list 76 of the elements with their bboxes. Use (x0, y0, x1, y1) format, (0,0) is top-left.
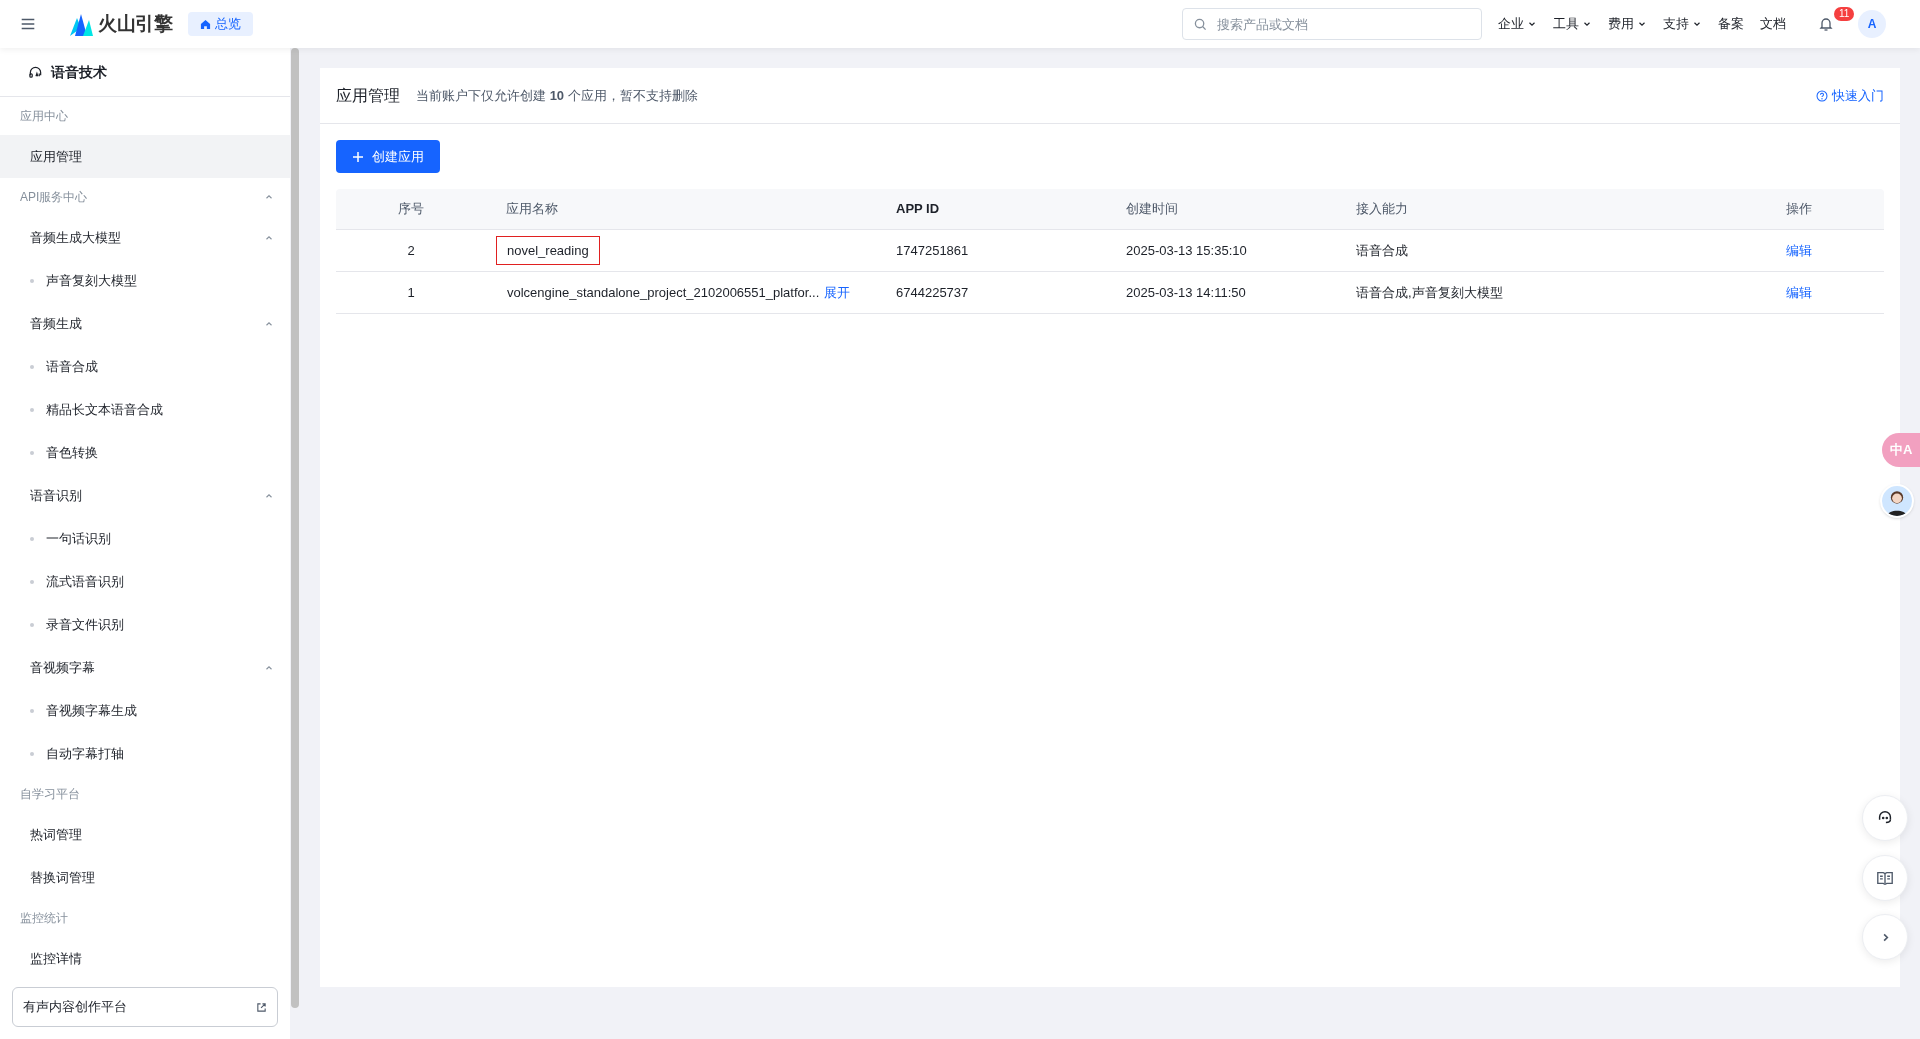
home-icon (200, 18, 212, 30)
brand-name: 火山引擎 (98, 11, 173, 36)
scrollbar[interactable] (291, 48, 299, 1008)
bullet-icon (30, 278, 34, 283)
section-label: API服务中心 (20, 189, 88, 206)
sidebar-title: 语音技术 (51, 62, 107, 82)
table-cell-text: 语音合成,声音复刻大模型 (1355, 283, 1504, 302)
notice-text: 当前账户下仅允许创建 10 个应用，暂不支持删除 (416, 86, 698, 105)
plus-icon (352, 150, 364, 163)
table-cell-text: 2 (406, 241, 416, 260)
table-cell-text: 1747251861 (895, 241, 970, 260)
table-cell-text: 2025-03-13 14:11:50 (1125, 283, 1247, 302)
user-avatar[interactable]: A (1858, 10, 1886, 38)
page-title: 应用管理 (336, 85, 400, 106)
help-icon (1816, 89, 1828, 102)
bullet-icon (30, 536, 34, 541)
quick-start-link[interactable]: 快速入门 (1816, 85, 1884, 106)
sidebar-item[interactable]: 监控详情 (0, 937, 290, 980)
sidebar-item[interactable]: 音色转换 (0, 431, 290, 474)
bullet-icon (30, 364, 34, 369)
column-header: 接入能力 (1355, 200, 1409, 219)
sidebar-item[interactable]: 替换词管理 (0, 856, 290, 899)
sidebar-item[interactable]: 自动字幕打轴 (0, 732, 290, 775)
column-header: 序号 (397, 200, 425, 219)
column-header: 创建时间 (1125, 200, 1179, 219)
bullet-icon (30, 751, 34, 756)
sidebar-item[interactable]: 流式语音识别 (0, 560, 290, 603)
notification-count: 11 (1834, 7, 1855, 21)
sidebar-item[interactable]: 语音合成 (0, 345, 290, 388)
table-cell-text: 6744225737 (895, 283, 970, 302)
bullet-icon (30, 708, 34, 713)
sidebar-item[interactable]: 音视频字幕生成 (0, 689, 290, 732)
sidebar-item[interactable]: 应用管理 (0, 135, 290, 178)
sidebar-group[interactable]: 语音识别 (0, 474, 290, 517)
table-cell-text: 语音合成 (1355, 241, 1409, 260)
search-icon (1194, 18, 1207, 31)
edit-link[interactable]: 编辑 (1786, 284, 1812, 300)
nav-menu[interactable]: 支持 (1663, 14, 1702, 34)
column-header: 操作 (1785, 200, 1813, 219)
bullet-icon (30, 622, 34, 627)
expand-link[interactable]: 展开 (824, 282, 851, 303)
section-label: 自学习平台 (20, 786, 80, 803)
sidebar-item[interactable]: 精品长文本语音合成 (0, 388, 290, 431)
create-app-button[interactable]: 创建应用 (336, 140, 440, 173)
external-link-icon (256, 1001, 267, 1013)
overview-tab[interactable]: 总览 (188, 12, 254, 36)
nav-menu[interactable]: 企业 (1498, 14, 1537, 34)
bullet-icon (30, 579, 34, 584)
sidebar-group[interactable]: 音频生成 (0, 302, 290, 345)
notification-button[interactable] (1818, 16, 1834, 32)
sidebar-item[interactable]: 热词管理 (0, 813, 290, 856)
nav-menu[interactable]: 费用 (1608, 14, 1647, 34)
edit-link[interactable]: 编辑 (1786, 242, 1812, 258)
sidebar-item[interactable]: 声音复刻大模型 (0, 259, 290, 302)
assistant-avatar[interactable] (1880, 484, 1914, 518)
table-cell-text: 2025-03-13 15:35:10 (1125, 241, 1248, 260)
bullet-icon (30, 450, 34, 455)
headset-icon (28, 64, 43, 80)
nav-menu[interactable]: 文档 (1760, 14, 1786, 34)
sidebar-item[interactable]: 一句话识别 (0, 517, 290, 560)
creation-platform-link[interactable]: 有声内容创作平台 (12, 987, 278, 1027)
sidebar-group[interactable]: 音频生成大模型 (0, 216, 290, 259)
section-label: 应用中心 (20, 108, 68, 125)
column-header: 应用名称 (505, 200, 559, 219)
search-field[interactable]: 搜索产品或文档 (1182, 8, 1482, 40)
section-label: 监控统计 (20, 910, 68, 927)
app-name: novel_reading (496, 235, 600, 266)
sidebar-item[interactable]: 录音文件识别 (0, 603, 290, 646)
bullet-icon (30, 407, 34, 412)
book-icon (1876, 869, 1894, 887)
sidebar-group[interactable]: 音视频字幕 (0, 646, 290, 689)
nav-menu[interactable]: 备案 (1718, 14, 1744, 34)
bell-icon (1818, 16, 1834, 32)
table-cell-text: 1 (406, 283, 416, 302)
column-header: APP ID (895, 200, 941, 219)
nav-menu[interactable]: 工具 (1553, 14, 1592, 34)
